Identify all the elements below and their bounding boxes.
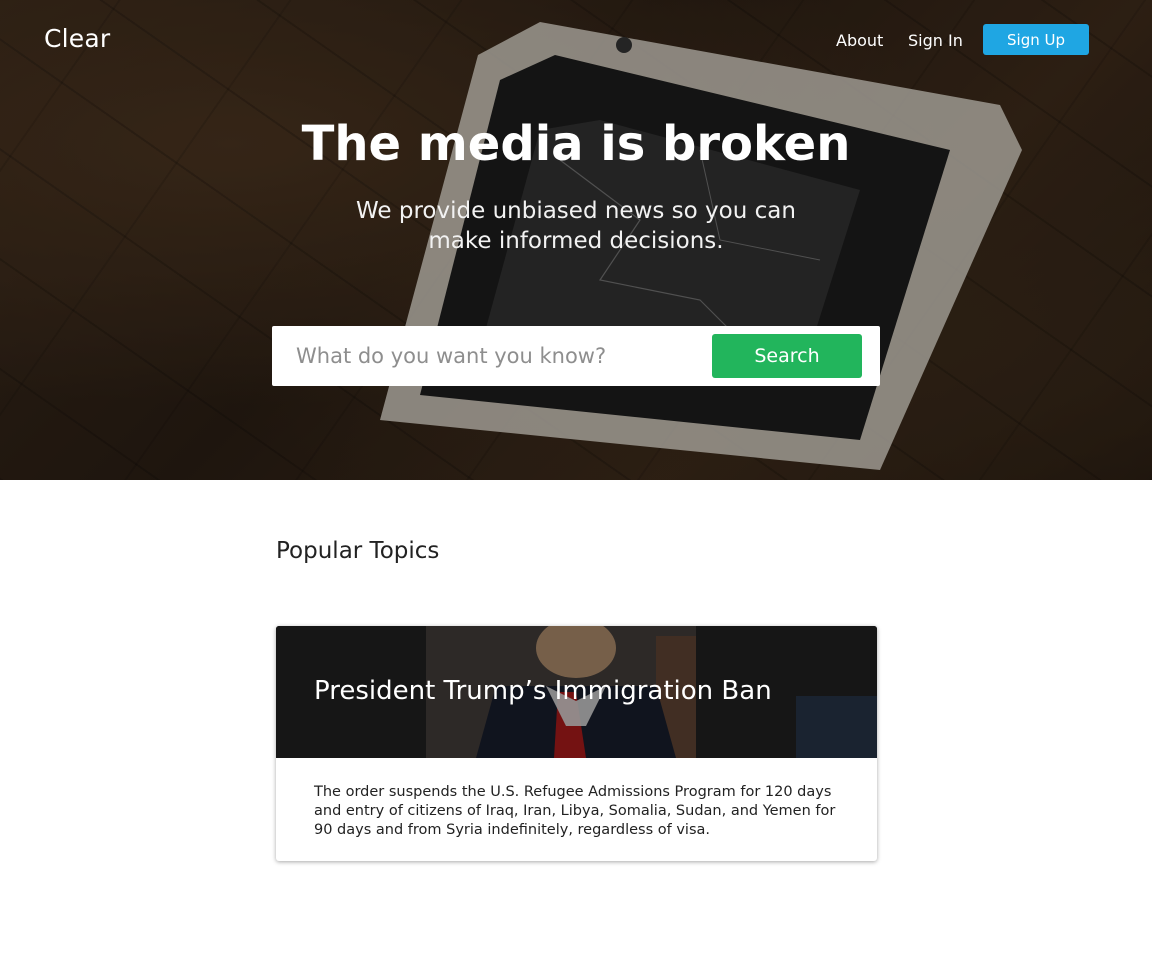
topic-card-header: President Trump’s Immigration Ban: [276, 626, 877, 758]
logo[interactable]: Clear: [44, 24, 110, 53]
topic-card-summary: The order suspends the U.S. Refugee Admi…: [314, 784, 836, 838]
nav-sign-in-link[interactable]: Sign In: [908, 31, 963, 50]
popular-topics-heading: Popular Topics: [276, 538, 440, 564]
search-bar: Search: [272, 326, 880, 386]
search-button[interactable]: Search: [712, 334, 862, 378]
hero-subline: We provide unbiased news so you can make…: [356, 198, 796, 254]
hero-headline: The media is broken: [301, 116, 851, 172]
hero-banner: Clear About Sign In Sign Up The media is…: [0, 0, 1152, 480]
sign-up-button[interactable]: Sign Up: [983, 24, 1089, 55]
topic-card-title: President Trump’s Immigration Ban: [314, 676, 772, 706]
top-navigation: Clear About Sign In Sign Up: [0, 0, 1152, 80]
nav-about-link[interactable]: About: [836, 31, 883, 50]
search-input[interactable]: [296, 338, 696, 374]
topic-card[interactable]: President Trump’s Immigration Ban The or…: [276, 626, 877, 861]
